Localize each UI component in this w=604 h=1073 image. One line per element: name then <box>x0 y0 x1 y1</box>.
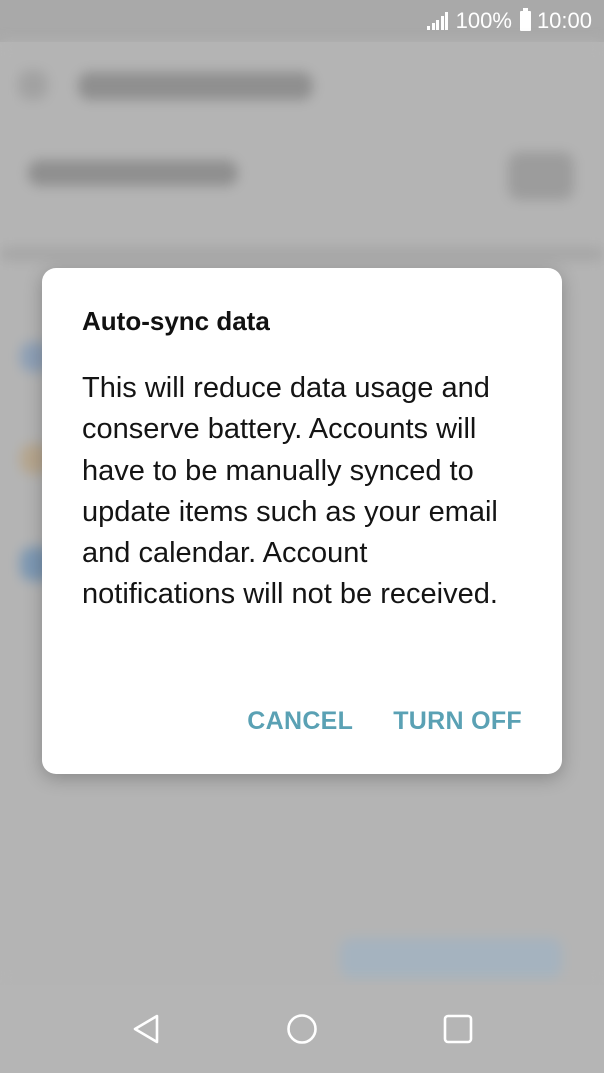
turn-off-button[interactable]: TURN OFF <box>393 707 522 736</box>
nav-back-button[interactable] <box>68 985 224 1073</box>
navigation-bar <box>0 985 604 1073</box>
battery-icon <box>519 8 531 31</box>
status-bar: 100% 10:00 <box>0 0 604 42</box>
nav-recents-button[interactable] <box>380 985 536 1073</box>
back-icon <box>133 1014 159 1044</box>
background-toggle <box>508 152 574 200</box>
dialog-actions: CANCEL TURN OFF <box>247 707 522 736</box>
background-add-account-button <box>340 938 562 978</box>
auto-sync-dialog: Auto-sync data This will reduce data usa… <box>42 268 562 774</box>
clock: 10:00 <box>536 8 592 33</box>
background-setting-row <box>28 160 238 186</box>
background-divider <box>0 247 604 261</box>
nav-home-button[interactable] <box>224 985 380 1073</box>
battery-percentage: 100% <box>455 8 512 33</box>
recents-icon <box>443 1014 473 1044</box>
signal-icon <box>427 12 450 30</box>
dialog-title: Auto-sync data <box>82 306 270 336</box>
background-title <box>78 72 313 100</box>
cancel-button[interactable]: CANCEL <box>247 707 353 736</box>
home-icon <box>287 1014 317 1044</box>
dialog-message: This will reduce data usage and conserve… <box>82 372 498 611</box>
background-back-icon <box>18 70 48 100</box>
